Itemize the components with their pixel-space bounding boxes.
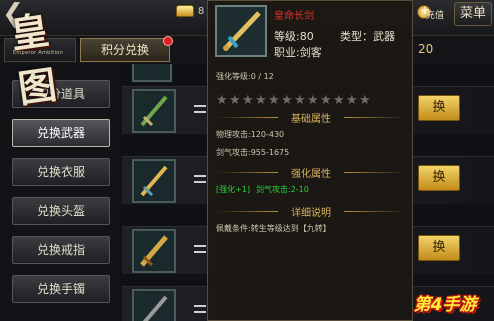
star-icon: ★ bbox=[255, 93, 267, 108]
watermark-logo: 第4手游 bbox=[400, 288, 492, 320]
exchange-button[interactable]: 换 bbox=[418, 165, 460, 191]
star-icon: ★ bbox=[307, 93, 319, 108]
sword-icon[interactable] bbox=[132, 289, 176, 321]
star-icon: ★ bbox=[229, 93, 241, 108]
sword-qi-attack: 剑气攻击:955-1675 bbox=[216, 148, 290, 157]
logo-subtitle: Emperor Ambition bbox=[12, 50, 64, 56]
exchange-button[interactable]: 换 bbox=[418, 95, 460, 121]
notification-dot bbox=[163, 36, 173, 46]
enhance-tag: [强化+1] bbox=[216, 185, 251, 194]
sidebar-item-rings[interactable]: 兑换戒指 bbox=[12, 236, 110, 264]
star-icon: ★ bbox=[268, 93, 280, 108]
sidebar-item-clothes[interactable]: 兑换衣服 bbox=[12, 158, 110, 186]
imperial-sword-icon bbox=[215, 5, 267, 57]
gold-amount: 8 bbox=[198, 6, 205, 17]
golden-blade-icon[interactable] bbox=[132, 229, 176, 273]
equals-icon bbox=[194, 105, 206, 113]
dragon-sword-icon[interactable] bbox=[132, 159, 176, 203]
sidebar-item-bracelets[interactable]: 兑换手镯 bbox=[12, 275, 110, 303]
tab-points-exchange[interactable]: 积分兑换 bbox=[80, 38, 170, 62]
sidebar-item-helmets[interactable]: 兑换头盔 bbox=[12, 197, 110, 225]
details-header: 详细说明 bbox=[216, 204, 406, 219]
menu-button[interactable]: 菜单 bbox=[454, 2, 492, 26]
star-icon: ★ bbox=[281, 93, 293, 108]
basic-attributes-header: 基础属性 bbox=[216, 110, 406, 125]
points-value: 20 bbox=[418, 42, 434, 56]
star-icon: ★ bbox=[320, 93, 332, 108]
jade-sword-icon[interactable] bbox=[132, 89, 176, 133]
wear-condition: 佩戴条件:转生等级达到【九转】 bbox=[216, 224, 331, 233]
star-icon: ★ bbox=[359, 93, 371, 108]
sidebar-item-weapons[interactable]: 兑换武器 bbox=[12, 119, 110, 147]
physical-attack: 物理攻击:120-430 bbox=[216, 130, 285, 139]
equals-icon bbox=[194, 305, 206, 313]
item-level: 等级:80 bbox=[274, 30, 314, 43]
star-icon: ★ bbox=[242, 93, 254, 108]
item-name: 皇命长剑 bbox=[274, 11, 314, 22]
item-type: 类型：武器 bbox=[340, 30, 395, 43]
partial-item-icon bbox=[132, 64, 172, 82]
game-logo: 皇图 Emperor Ambition bbox=[0, 2, 70, 111]
star-icon: ★ bbox=[216, 93, 228, 108]
star-icon: ★ bbox=[333, 93, 345, 108]
enhance-attributes-header: 强化属性 bbox=[216, 165, 406, 180]
equals-icon bbox=[194, 245, 206, 253]
star-icon: ★ bbox=[346, 93, 358, 108]
enhance-level: 强化等级:0 / 12 bbox=[216, 72, 274, 81]
charge-button[interactable]: 充值 bbox=[426, 8, 444, 21]
enhance-stars: ★★★★★★★★★★★★ bbox=[216, 89, 372, 108]
exchange-button[interactable]: 换 bbox=[418, 235, 460, 261]
item-career: 职业:剑客 bbox=[274, 46, 322, 59]
item-tooltip: 皇命长剑 等级:80 类型：武器 职业:剑客 强化等级:0 / 12 ★★★★★… bbox=[207, 0, 413, 321]
equals-icon bbox=[194, 175, 206, 183]
star-icon: ★ bbox=[294, 93, 306, 108]
gold-ingot-icon bbox=[176, 5, 194, 17]
enhance-value: 剑气攻击:2-10 bbox=[256, 185, 309, 194]
watermark-text: 第4手游 bbox=[413, 295, 477, 315]
